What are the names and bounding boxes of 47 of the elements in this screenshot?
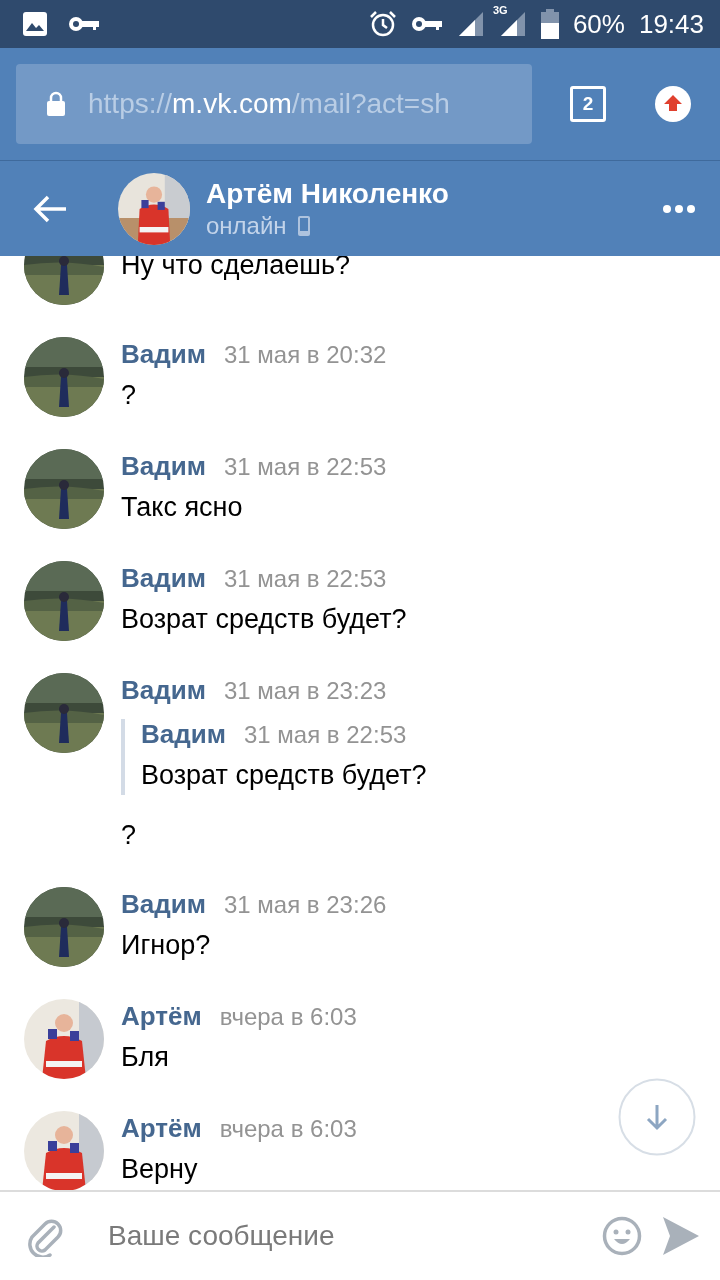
message-time: 31 мая в 22:53 <box>223 565 387 593</box>
key-icon <box>68 15 100 33</box>
send-icon[interactable] <box>662 1216 700 1256</box>
author-name[interactable]: Вадим <box>121 889 206 920</box>
phone-icon <box>296 214 311 237</box>
author-name[interactable]: Вадим <box>121 451 206 482</box>
image-icon <box>22 11 48 37</box>
message-text: Возрат средств будет? <box>121 603 407 636</box>
quoted-text: Возрат средств будет? <box>141 760 427 790</box>
message-time: 31 мая в 20:32 <box>223 341 387 369</box>
online-status: онлайн <box>206 211 287 240</box>
message-time: вчера в 6:03 <box>219 1003 357 1031</box>
message-time: 31 мая в 22:53 <box>223 453 387 481</box>
alarm-icon <box>368 10 397 38</box>
message-text: Игнор? <box>121 929 212 962</box>
message-text: Такс ясно <box>121 491 244 524</box>
author-name[interactable]: Артём <box>121 1113 202 1144</box>
message-time: 31 мая в 22:53 <box>243 721 407 749</box>
message-input[interactable]: Ваше сообщение <box>84 1220 582 1252</box>
message-text: ? <box>121 819 138 852</box>
message-text: Ну что сделаешь? <box>121 256 351 282</box>
author-name[interactable]: Вадим <box>121 675 206 706</box>
author-name[interactable]: Вадим <box>121 563 206 594</box>
author-name[interactable]: Вадим <box>121 339 206 370</box>
message-time: 31 мая в 23:26 <box>223 891 387 919</box>
address-bar[interactable]: https://m.vk.com/mail?act=sh <box>16 64 532 144</box>
message-time: 31 мая в 23:23 <box>223 677 387 705</box>
url-text: https://m.vk.com/mail?act=sh <box>88 88 450 120</box>
update-icon[interactable] <box>654 85 692 123</box>
battery-level: 60% <box>572 8 625 40</box>
clock: 19:43 <box>638 8 704 40</box>
message-text: ? <box>121 379 138 412</box>
battery-icon <box>540 9 559 39</box>
more-icon[interactable] <box>662 203 696 214</box>
scroll-down-button[interactable] <box>618 1078 696 1156</box>
smiley-icon[interactable] <box>602 1216 642 1256</box>
message-text: Верну <box>121 1153 199 1186</box>
key-icon <box>410 15 443 33</box>
tab-count-button[interactable]: 2 <box>570 86 606 122</box>
contact-name: Артём Николенко <box>206 177 449 210</box>
lock-icon <box>46 91 66 117</box>
message-text: Бля <box>121 1041 170 1074</box>
back-arrow-icon[interactable] <box>32 193 68 224</box>
network-type: 3G <box>492 4 508 16</box>
author-name[interactable]: Артём <box>121 1001 202 1032</box>
message-time: вчера в 6:03 <box>219 1115 357 1143</box>
author-name[interactable]: Вадим <box>141 719 226 750</box>
